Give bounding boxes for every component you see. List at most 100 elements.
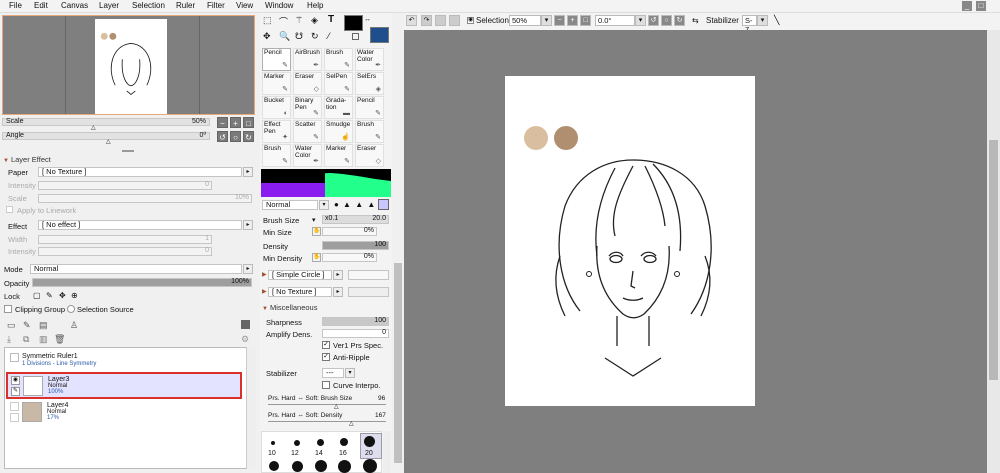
curve-interpo-checkbox[interactable]	[322, 381, 330, 389]
min-density-slider[interactable]: 0%	[322, 253, 377, 262]
tool-marker[interactable]: Marker ✎	[262, 72, 291, 95]
toolbar-undo-icon[interactable]: ↶	[406, 15, 417, 26]
size-preset-dot[interactable]	[269, 461, 279, 471]
scale-slider-thumb[interactable]: △	[91, 124, 96, 131]
tool-selers[interactable]: SelErs ◈	[355, 72, 384, 95]
tool-water-color[interactable]: Water Color ✒	[355, 48, 384, 71]
toolbar-deselect-icon[interactable]	[435, 15, 446, 26]
tool-eraser[interactable]: Eraser ◇	[293, 72, 322, 95]
paper-texture-select[interactable]: [ No Texture ]	[38, 167, 242, 177]
stabilizer-select[interactable]: ---	[322, 368, 344, 378]
tool-panel-scroll-thumb[interactable]	[394, 263, 402, 463]
panel-splitter-handle[interactable]	[122, 150, 134, 152]
paper-dropdown-arrow-icon[interactable]: ▸	[243, 167, 253, 177]
min-size-slider[interactable]: 0%	[322, 227, 377, 236]
canvas-page[interactable]	[505, 76, 755, 406]
lock-all-icon[interactable]: ⊕	[71, 291, 78, 300]
size-preset-dot[interactable]	[294, 440, 300, 446]
tool-binary-pen[interactable]: Binary Pen ✎	[293, 96, 322, 119]
lock-transparency-icon[interactable]: ▢	[33, 291, 41, 300]
effect-intensity-slider[interactable]: 0	[38, 247, 212, 256]
stabilizer-dropdown-icon[interactable]: ▾	[345, 368, 355, 378]
sharpness-slider[interactable]: 100	[322, 317, 389, 326]
brush-shape-select[interactable]: [ Simple Circle ]	[268, 270, 332, 280]
menu-view[interactable]: View	[236, 1, 253, 10]
size-preset-dot[interactable]	[340, 438, 348, 446]
toolbar-zoom-out-button[interactable]: −	[554, 15, 565, 26]
brush-blend-mode-select[interactable]: Normal	[262, 200, 318, 210]
navigator-preview[interactable]	[2, 15, 255, 115]
secondary-color-swatch[interactable]	[370, 27, 389, 43]
swap-colors-icon[interactable]: ↔	[364, 16, 371, 23]
size-preset-dot[interactable]	[364, 436, 375, 447]
lock-paint-icon[interactable]: ✎	[46, 291, 53, 300]
menu-window[interactable]: Window	[265, 1, 293, 10]
prs-size-slider[interactable]	[268, 404, 386, 405]
angle-dropdown-icon[interactable]: ▾	[635, 15, 646, 26]
apply-linework-checkbox[interactable]	[6, 206, 13, 213]
delete-layer-icon[interactable]: 🗑	[54, 334, 65, 345]
canvas-angle-field[interactable]: 0.0°	[595, 15, 635, 26]
maximize-button[interactable]: □	[976, 1, 986, 11]
layer-row-symmetric-ruler[interactable]: Symmetric Ruler1 1 Divisions - Line Symm…	[7, 350, 243, 374]
layer-visibility-checkbox[interactable]	[10, 353, 19, 362]
effect-select[interactable]: [ No effect ]	[38, 220, 242, 230]
size-presets-scrollbar[interactable]	[383, 431, 391, 473]
new-layer-icon[interactable]: ▭	[7, 320, 16, 331]
flip-horizontal-icon[interactable]: ⇆	[692, 16, 699, 25]
layer-list-scrollbar[interactable]	[246, 347, 256, 469]
straight-line-icon[interactable]: ╲	[774, 15, 779, 26]
minimize-button[interactable]: _	[962, 1, 972, 11]
zoom-out-button[interactable]: −	[217, 117, 228, 128]
toolbar-stabilizer-select[interactable]: S-7	[742, 15, 757, 34]
menu-filter[interactable]: Filter	[207, 1, 225, 10]
paper-intensity-slider[interactable]: 0	[38, 181, 212, 190]
brush-texture-dropdown-icon[interactable]: ▸	[333, 287, 343, 297]
menu-layer[interactable]: Layer	[99, 1, 119, 10]
layer-panel-menu-icon[interactable]	[241, 320, 250, 329]
layer-row-layer4[interactable]: Layer4 Normal 17%	[7, 400, 243, 424]
brush-size-slider[interactable]: x0.1 20.0	[322, 215, 389, 224]
tool-brush[interactable]: Brush ✎	[262, 144, 291, 167]
selection-source-radio[interactable]	[67, 305, 75, 313]
brush-shape-strength[interactable]	[348, 270, 389, 280]
size-preset-dot[interactable]	[271, 441, 275, 445]
canvas-scroll-thumb[interactable]	[989, 140, 998, 380]
move-icon[interactable]: ✥	[263, 31, 271, 42]
layer-row-layer3-selected[interactable]: ◉ ✎ Layer3 Normal 100%	[6, 372, 242, 399]
tool-grada-tion[interactable]: Grada- tion ▬	[324, 96, 353, 119]
tool-pencil[interactable]: Pencil ✎	[262, 48, 291, 71]
tool-brush[interactable]: Brush ✎	[324, 48, 353, 71]
transparent-color-icon[interactable]	[352, 33, 359, 40]
amplify-density-slider[interactable]: 0	[322, 329, 389, 338]
toolbar-stabilizer-dropdown-icon[interactable]: ▾	[757, 15, 768, 26]
brush-texture-select[interactable]: [ No Texture ]	[268, 287, 332, 297]
new-linework-layer-icon[interactable]: ✎	[23, 320, 31, 331]
min-density-pressure-icon[interactable]: ✋	[312, 253, 321, 262]
layer-visibility-eye-icon[interactable]	[10, 402, 19, 411]
layer-effect-header[interactable]: ▼ Layer Effect	[3, 155, 51, 164]
menu-file[interactable]: File	[9, 1, 22, 10]
merge-down-icon[interactable]: ⧉	[23, 334, 29, 345]
menu-ruler[interactable]: Ruler	[176, 1, 195, 10]
color-gradient-strip[interactable]	[261, 169, 391, 197]
brush-size-dropdown-icon[interactable]: ▾	[312, 216, 316, 224]
new-layer-folder-icon[interactable]: ▤	[39, 320, 48, 331]
tool-scatter[interactable]: Scatter ✎	[293, 120, 322, 143]
toolbar-invert-selection-icon[interactable]	[449, 15, 460, 26]
rotate-reset-button[interactable]: ○	[230, 131, 241, 142]
layer-edit-pencil-icon[interactable]: ✎	[11, 387, 20, 396]
tool-panel-scrollbar[interactable]	[393, 13, 403, 473]
tool-smudge[interactable]: Smudge ☝	[324, 120, 353, 143]
brush-shape-dropdown-icon[interactable]: ▸	[333, 270, 343, 280]
layer-settings-icon[interactable]: ⚙	[241, 334, 249, 345]
text-tool-icon[interactable]: T	[328, 14, 334, 25]
layer-list[interactable]: Symmetric Ruler1 1 Divisions - Line Symm…	[4, 347, 256, 469]
canvas-vertical-scrollbar[interactable]	[987, 30, 1000, 473]
tool-airbrush[interactable]: AirBrush ✒	[293, 48, 322, 71]
magic-wand-icon[interactable]: ⚚	[295, 15, 303, 26]
toolbar-rotate-left-button[interactable]: ↺	[648, 15, 659, 26]
scale-slider[interactable]: Scale 50%	[2, 118, 210, 126]
eyedropper-icon[interactable]: ⁄	[328, 31, 330, 41]
brush-texture-strength[interactable]	[348, 287, 389, 297]
